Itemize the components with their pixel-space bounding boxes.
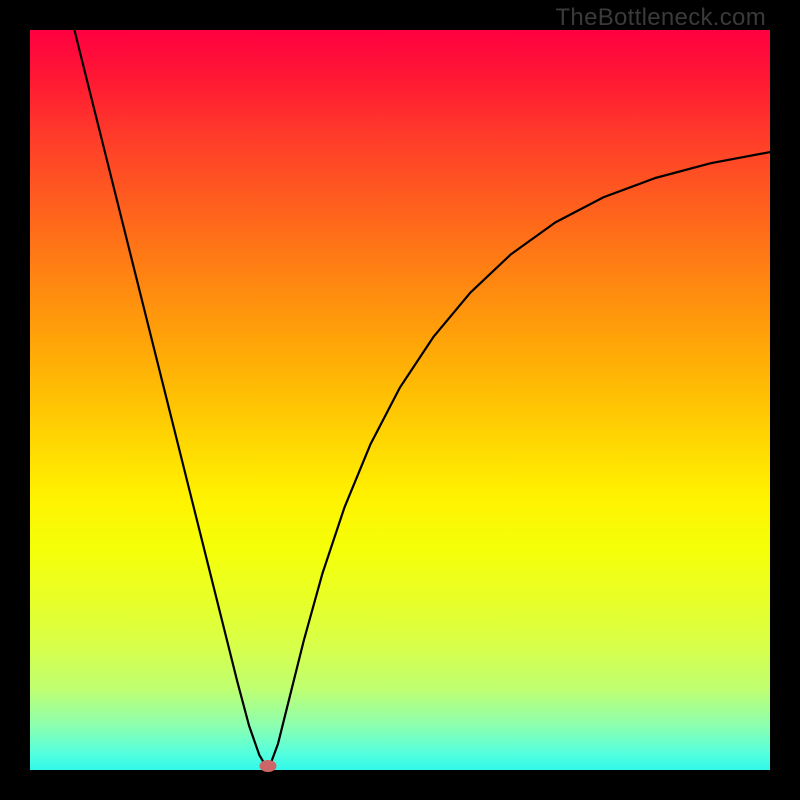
optimum-marker [260,760,277,772]
curve-svg [30,30,770,770]
watermark-label: TheBottleneck.com [555,4,766,32]
plot-area [30,30,770,770]
chart-frame: TheBottleneck.com [0,0,800,800]
bottleneck-curve [74,30,770,770]
